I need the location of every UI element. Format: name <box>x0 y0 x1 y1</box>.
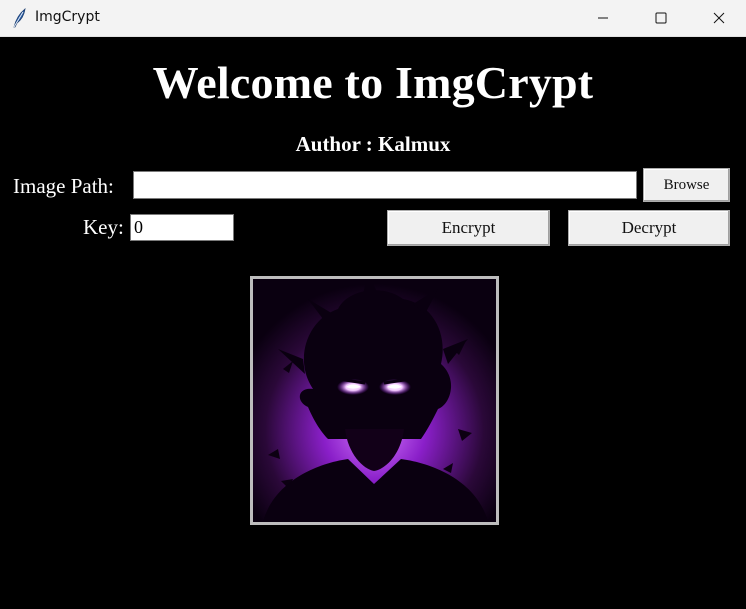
encrypt-button[interactable]: Encrypt <box>387 210 550 246</box>
close-icon <box>713 12 725 24</box>
browse-button[interactable]: Browse <box>643 168 730 202</box>
main-window: Welcome to ImgCrypt Author : Kalmux Imag… <box>0 37 746 609</box>
feather-icon <box>10 7 28 29</box>
key-input[interactable] <box>130 214 234 241</box>
title-bar: ImgCrypt <box>0 0 746 37</box>
close-button[interactable] <box>696 0 742 36</box>
page-title: Welcome to ImgCrypt <box>152 57 594 108</box>
window-title: ImgCrypt <box>35 9 100 25</box>
decrypt-button[interactable]: Decrypt <box>568 210 730 246</box>
maximize-button[interactable] <box>638 0 684 36</box>
maximize-icon <box>655 12 667 24</box>
key-label: Key: <box>83 215 124 239</box>
image-preview <box>250 276 499 525</box>
author-label: Author : Kalmux <box>295 132 451 156</box>
minimize-icon <box>598 17 608 19</box>
image-path-input[interactable] <box>133 171 637 199</box>
anime-portrait-image <box>253 279 496 522</box>
image-path-label: Image Path: <box>13 174 114 198</box>
minimize-button[interactable] <box>580 0 626 36</box>
